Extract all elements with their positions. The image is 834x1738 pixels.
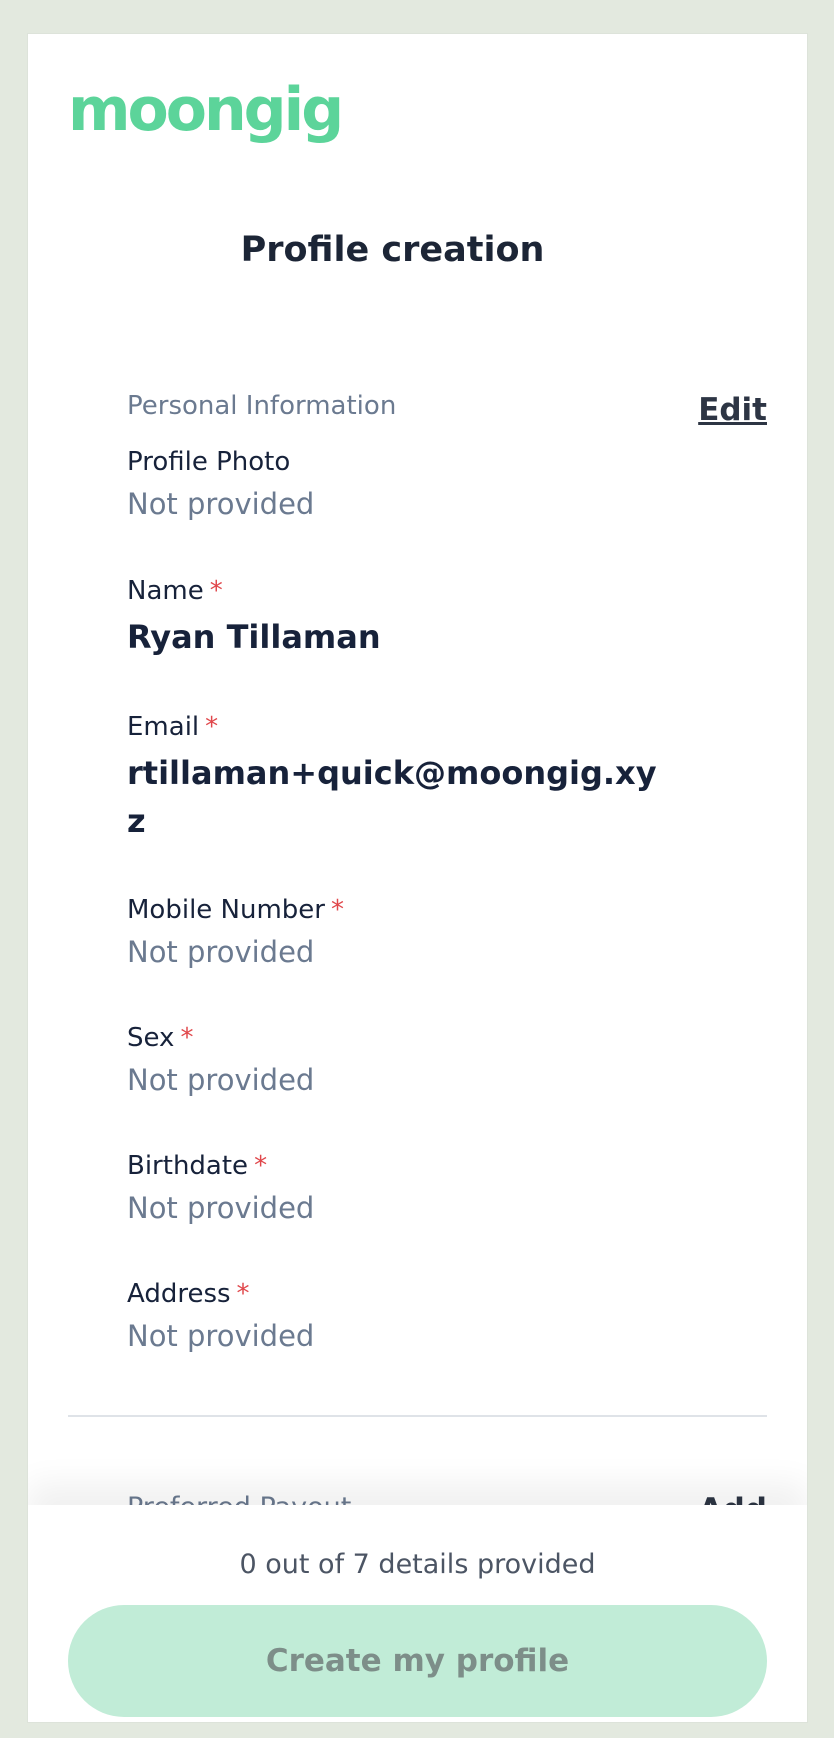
field-value: Not provided bbox=[127, 1319, 315, 1353]
required-marker: * bbox=[254, 1151, 268, 1181]
sticky-footer: 0 out of 7 details provided Create my pr… bbox=[28, 1505, 807, 1722]
field-label: Profile Photo bbox=[127, 447, 291, 477]
edit-personal-info-link[interactable]: Edit bbox=[698, 392, 767, 428]
progress-text: 0 out of 7 details provided bbox=[239, 1549, 596, 1580]
field-value: Ryan Tillaman bbox=[127, 618, 381, 656]
page-title: Profile creation bbox=[240, 230, 545, 270]
field-label: Mobile Number * bbox=[127, 895, 344, 925]
field-name: Name * Ryan Tillaman bbox=[127, 573, 687, 661]
field-label: Birthdate * bbox=[127, 1151, 268, 1181]
section-divider bbox=[68, 1415, 767, 1417]
required-marker: * bbox=[331, 895, 344, 925]
field-mobile-number: Mobile Number * Not provided bbox=[127, 892, 687, 972]
field-label: Name * bbox=[127, 576, 223, 606]
create-profile-button[interactable]: Create my profile bbox=[68, 1605, 767, 1717]
moongig-logo: moongig bbox=[68, 75, 344, 145]
required-marker: * bbox=[209, 576, 223, 606]
field-email: Email * rtillaman+quick@moongig.xyz bbox=[127, 709, 657, 845]
required-marker: * bbox=[180, 1023, 194, 1053]
field-birthdate: Birthdate * Not provided bbox=[127, 1148, 687, 1228]
field-sex: Sex * Not provided bbox=[127, 1020, 687, 1100]
required-marker: * bbox=[205, 712, 219, 742]
field-value: Not provided bbox=[127, 935, 315, 969]
field-label: Address * bbox=[127, 1279, 250, 1309]
field-value: Not provided bbox=[127, 487, 315, 521]
field-label: Email * bbox=[127, 712, 219, 742]
field-label: Sex * bbox=[127, 1023, 194, 1053]
field-address: Address * Not provided bbox=[127, 1276, 687, 1356]
field-profile-photo: Profile Photo Not provided bbox=[127, 444, 687, 524]
section-title-personal-information: Personal Information bbox=[127, 391, 397, 421]
field-value: Not provided bbox=[127, 1063, 315, 1097]
field-value: rtillaman+quick@moongig.xyz bbox=[127, 754, 657, 840]
required-marker: * bbox=[236, 1279, 250, 1309]
field-value: Not provided bbox=[127, 1191, 315, 1225]
profile-card: moongig Profile creation Personal Inform… bbox=[27, 33, 808, 1723]
